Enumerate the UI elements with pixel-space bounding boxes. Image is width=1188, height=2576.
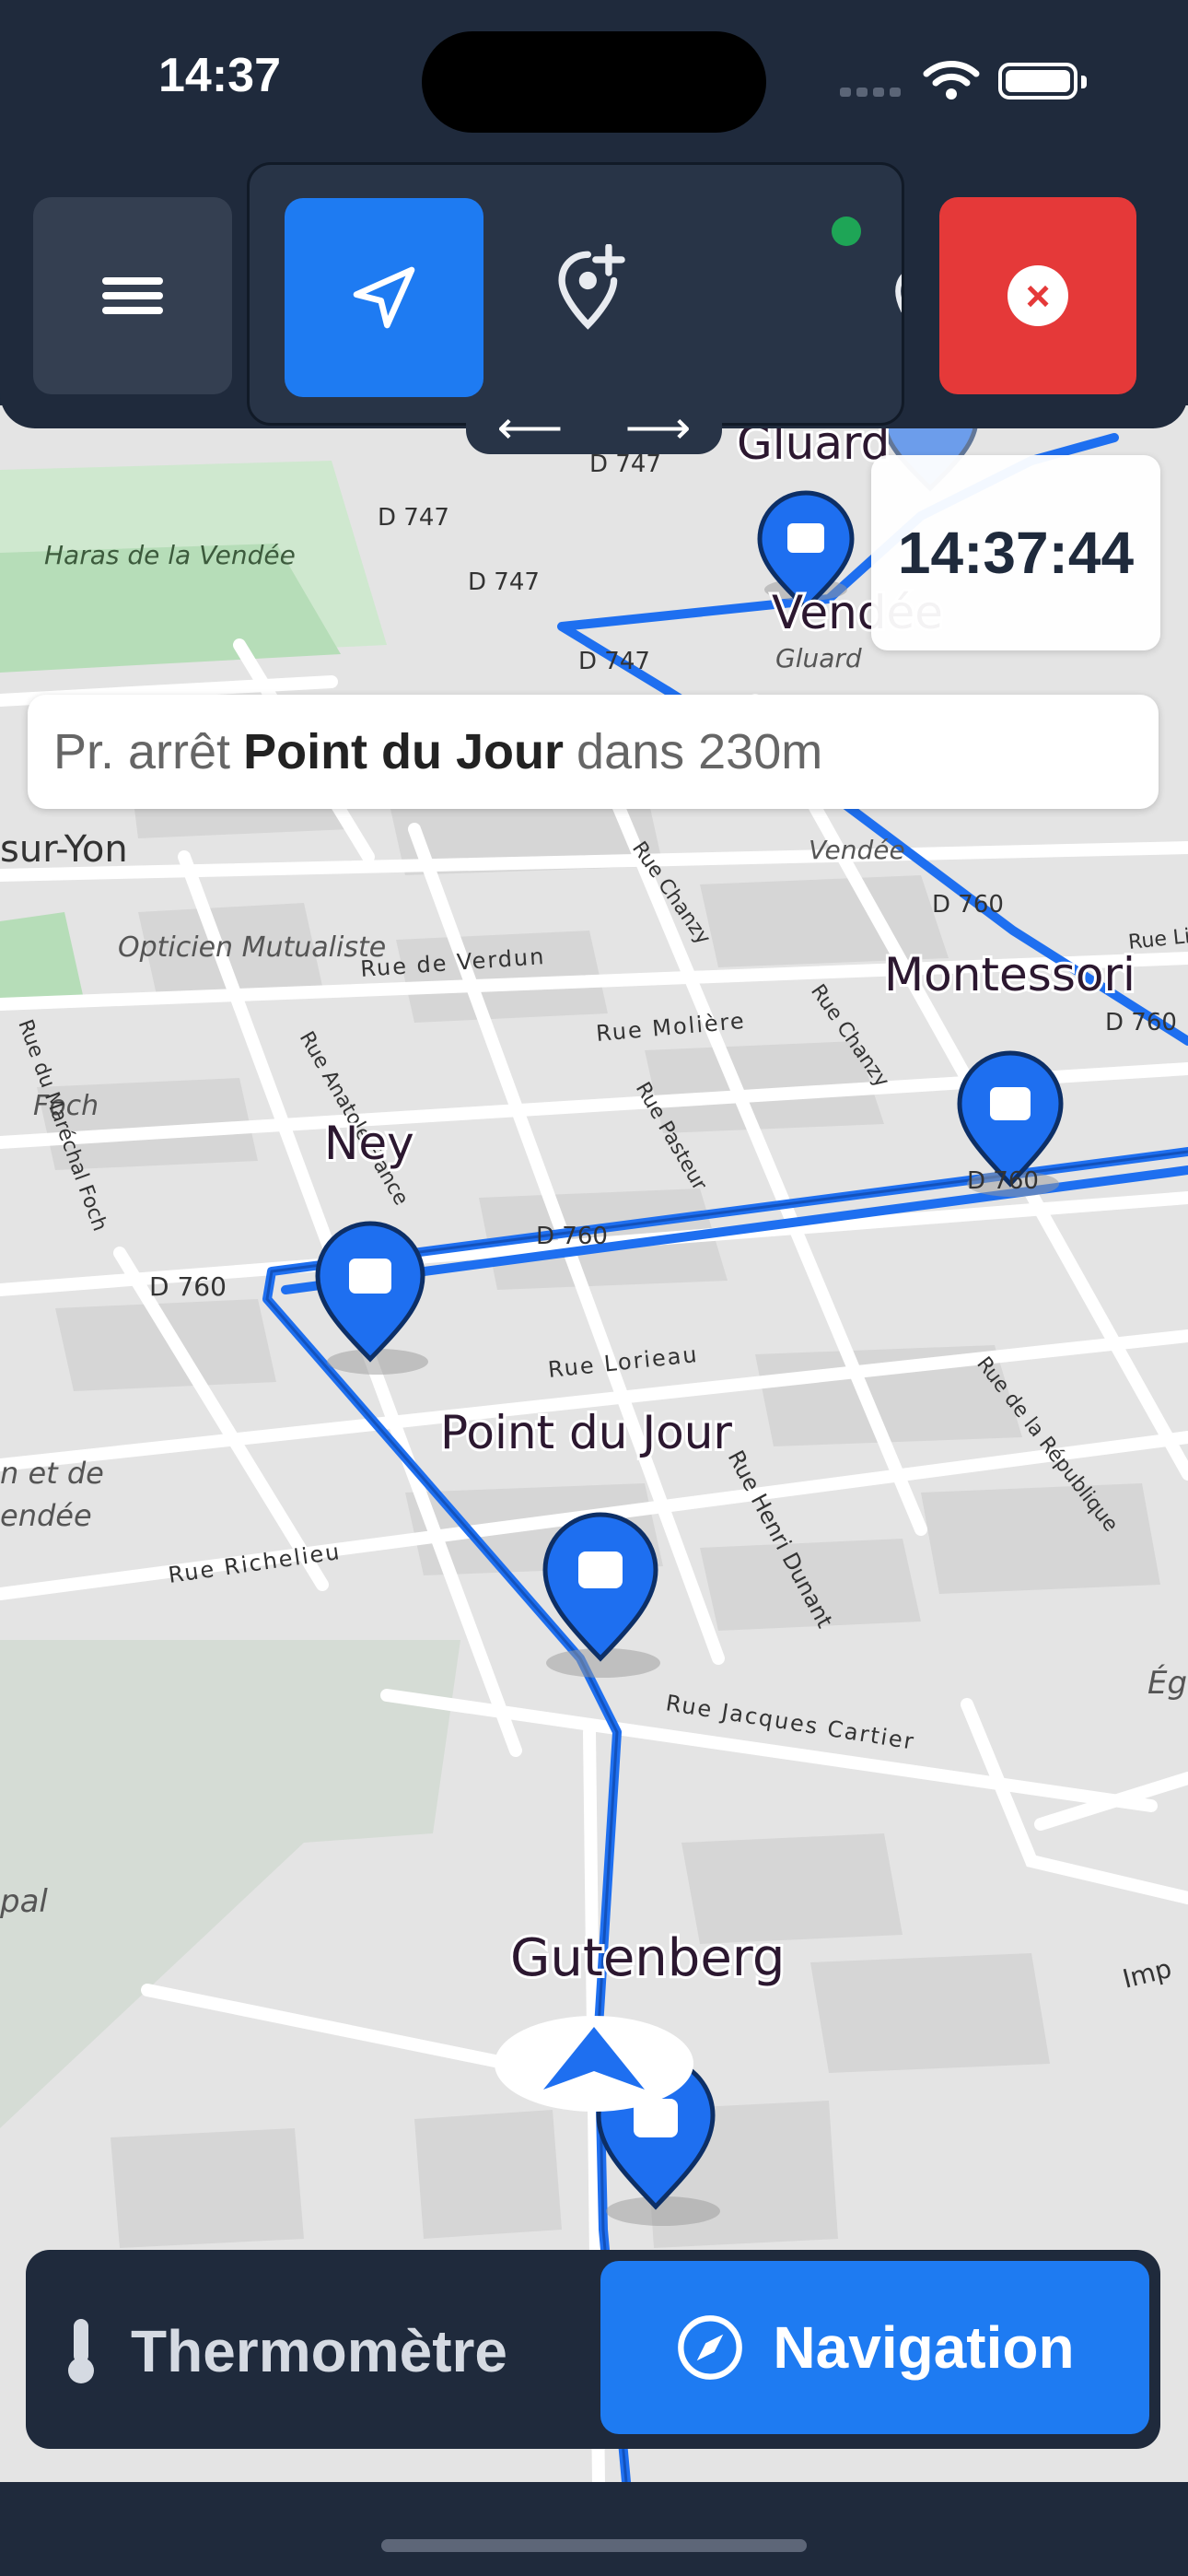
place-label: Gluard — [775, 643, 862, 673]
place-label: Vendée — [809, 835, 905, 865]
scroll-arrows: ⟵ ⟶ — [466, 401, 722, 454]
road-label: D 747 — [589, 451, 661, 478]
road-label: D 760 — [1105, 1009, 1177, 1036]
place-label: Égl — [1147, 1664, 1188, 1702]
navigate-button[interactable] — [285, 198, 483, 397]
vehicle-position-icon — [495, 2016, 693, 2112]
compass-icon — [678, 2315, 743, 2380]
next-stop-banner: Pr. arrêt Point du Jour dans 230m — [28, 695, 1159, 809]
arrow-right-icon[interactable]: ⟶ — [625, 401, 692, 454]
poi-label: n et de — [0, 1456, 104, 1491]
road-label: D 760 — [149, 1271, 227, 1302]
dynamic-island — [422, 31, 766, 133]
road-label: D 760 — [536, 1223, 608, 1250]
location-add-icon — [558, 243, 625, 330]
tab-thermometer[interactable]: Thermomètre — [63, 2274, 597, 2429]
city-label: sur-Yon — [0, 828, 128, 871]
home-indicator-area — [0, 2482, 1188, 2576]
stop-label: Montessori — [884, 948, 1136, 1001]
poi-label: endée — [0, 1498, 92, 1533]
phone-icon — [895, 274, 902, 313]
stop-label: Ney — [324, 1117, 414, 1170]
phone-button[interactable] — [881, 266, 902, 326]
navigation-arrow-icon — [353, 266, 415, 329]
tab-navigation[interactable]: Navigation — [600, 2261, 1149, 2434]
poi-label: Opticien Mutualiste — [118, 931, 386, 964]
bus-stop-icon — [542, 1512, 660, 1678]
cellular-signal-icon — [840, 85, 906, 101]
close-icon: × — [1007, 265, 1068, 326]
tool-scroll-group[interactable] — [247, 162, 904, 426]
road-label: D 760 — [967, 1167, 1039, 1195]
online-status-dot — [832, 217, 861, 246]
hamburger-icon — [102, 270, 163, 322]
clock-value: 14:37:44 — [897, 520, 1135, 586]
home-indicator[interactable] — [381, 2539, 807, 2552]
stop-label: Gutenberg — [510, 1928, 785, 1988]
next-stop-prefix: Pr. arrêt — [53, 724, 231, 779]
arrow-left-icon[interactable]: ⟵ — [497, 401, 564, 454]
top-toolbar: × — [0, 157, 1188, 428]
road-label: D 747 — [468, 568, 540, 596]
status-time: 14:37 — [158, 49, 281, 102]
thermometer-icon — [68, 2319, 94, 2383]
menu-button[interactable] — [33, 197, 232, 394]
next-stop-name: Point du Jour — [243, 724, 565, 779]
next-stop-distance: dans 230m — [577, 724, 823, 779]
poi-label: Haras de la Vendée — [44, 540, 296, 570]
close-button[interactable]: × — [939, 197, 1136, 394]
clock-display: 14:37:44 — [871, 455, 1160, 650]
place-label: pal — [0, 1883, 48, 1920]
status-bar: 14:37 — [0, 0, 1188, 157]
add-location-button[interactable] — [553, 243, 633, 337]
tab-thermometer-label: Thermomètre — [131, 2318, 507, 2384]
battery-icon — [998, 63, 1087, 100]
wifi-icon — [923, 57, 980, 106]
road-label: D 747 — [578, 648, 650, 675]
tab-navigation-label: Navigation — [773, 2314, 1075, 2381]
road-label: D 760 — [932, 891, 1004, 919]
road-label: D 747 — [378, 504, 449, 532]
stop-label: Point du Jour — [440, 1406, 732, 1459]
bottom-tab-bar: Thermomètre Navigation — [26, 2250, 1160, 2449]
